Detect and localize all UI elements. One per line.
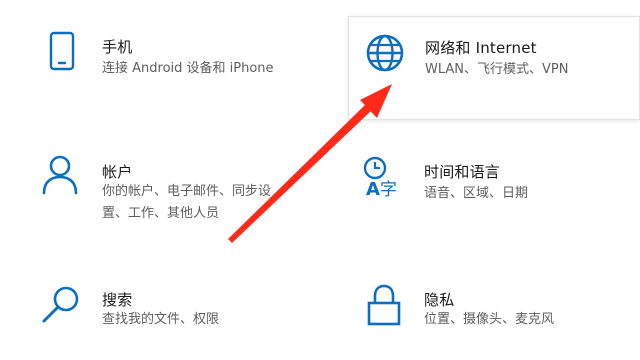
settings-tile-account[interactable]: 帐户 你的帐户、电子邮件、同步设 置、工作、其他人员 <box>30 145 330 255</box>
person-icon <box>42 153 86 197</box>
tile-description-line: 置、工作、其他人员 <box>102 206 220 221</box>
settings-tile-network[interactable]: 网络和 Internet WLAN、飞行模式、VPN <box>348 16 640 120</box>
tile-description: 位置、摄像头、麦克风 <box>424 309 554 331</box>
tile-title: 隐私 <box>424 291 455 309</box>
tile-description-line: 位置、摄像头、麦克风 <box>424 312 555 327</box>
tile-title: 帐户 <box>102 163 133 181</box>
time-language-icon: A 字 <box>362 155 406 199</box>
tile-title: 网络和 Internet <box>425 39 537 57</box>
tile-title: 手机 <box>102 38 133 56</box>
tile-description: 连接 Android 设备和 iPhone <box>102 58 274 80</box>
tile-description: WLAN、飞行模式、VPN <box>425 59 568 81</box>
tile-description: 你的帐户、电子邮件、同步设 置、工作、其他人员 <box>102 181 271 225</box>
tile-description-line: WLAN、飞行模式、VPN <box>425 62 569 77</box>
settings-tile-phone[interactable]: 手机 连接 Android 设备和 iPhone <box>30 20 330 120</box>
tile-description-line: 连接 Android 设备和 iPhone <box>102 61 274 76</box>
tile-title: 搜索 <box>102 291 133 309</box>
svg-text:字: 字 <box>380 180 397 199</box>
settings-tile-privacy[interactable]: 隐私 位置、摄像头、麦克风 <box>348 275 640 355</box>
tile-title: 时间和语言 <box>424 163 501 181</box>
phone-icon <box>44 30 88 74</box>
tile-description: 语音、区域、日期 <box>424 183 528 205</box>
tile-description-line: 你的帐户、电子邮件、同步设 <box>102 184 272 199</box>
settings-tile-time-language[interactable]: A 字 时间和语言 语音、区域、日期 <box>348 145 640 255</box>
tile-description-line: 查找我的文件、权限 <box>102 312 220 327</box>
settings-home-grid: 手机 连接 Android 设备和 iPhone 网络和 Internet WL… <box>0 0 640 360</box>
tile-description: 查找我的文件、权限 <box>102 309 219 331</box>
lock-icon <box>364 283 408 327</box>
magnifier-icon <box>40 283 84 327</box>
svg-text:A: A <box>366 179 380 199</box>
globe-icon <box>363 31 407 75</box>
tile-description-line: 语音、区域、日期 <box>424 186 529 201</box>
settings-tile-search[interactable]: 搜索 查找我的文件、权限 <box>30 275 330 355</box>
